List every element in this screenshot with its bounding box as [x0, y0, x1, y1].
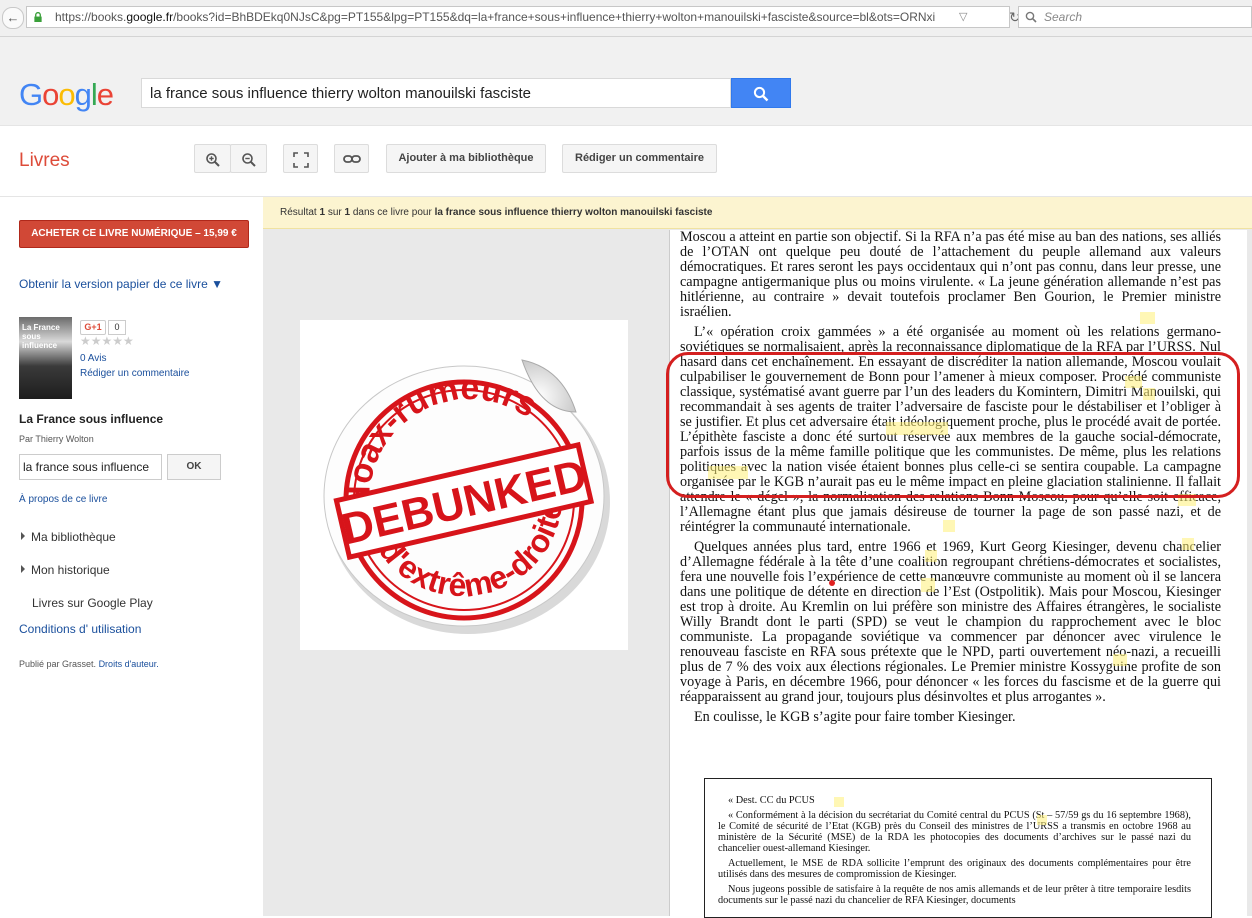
search-highlight	[921, 578, 935, 592]
book-cover[interactable]: La France sous influence	[19, 317, 72, 399]
paragraph: Quelques années plus tard, entre 1966 et…	[680, 539, 1221, 705]
chevron-down-icon[interactable]: ▽	[959, 10, 967, 23]
section-title[interactable]: Livres	[19, 150, 70, 172]
search-input[interactable]: la france sous influence thierry wolton …	[141, 78, 731, 108]
fullscreen-icon	[293, 152, 309, 168]
search-result-bar: Résultat 1 sur 1 dans ce livre pour la f…	[263, 197, 1252, 229]
zoom-in-icon	[206, 153, 220, 167]
book-title: La France sous influence	[19, 412, 164, 426]
fullscreen-button[interactable]	[283, 144, 318, 173]
browser-search-input[interactable]: Search	[1018, 6, 1252, 28]
doc-paragraph: Actuellement, le MSE de RDA sollicite l’…	[718, 858, 1191, 880]
about-book-link[interactable]: À propos de ce livre	[19, 494, 107, 505]
document-text: « Dest. CC du PCUS « Conformément à la d…	[718, 795, 1191, 910]
rating-stars: ★★★★★	[80, 334, 134, 348]
debunked-stamp-image: Hoax-rumeurs d'extrême-droite DEBUNKED	[300, 320, 628, 650]
doc-paragraph: « Conformément à la décision du secrétar…	[718, 810, 1191, 854]
red-annotation-oval	[666, 352, 1240, 498]
add-to-library-button[interactable]: Ajouter à ma bibliothèque	[386, 144, 546, 173]
search-button[interactable]	[731, 78, 791, 108]
search-highlight	[943, 520, 955, 532]
doc-paragraph: Nous jugeons possible de satisfaire à la…	[718, 884, 1191, 906]
google-logo[interactable]: Google	[19, 77, 114, 113]
zoom-out-icon	[242, 153, 256, 167]
gplus-button[interactable]: G+1	[80, 320, 106, 335]
search-icon	[753, 86, 769, 102]
zoom-out-button[interactable]	[230, 144, 267, 173]
book-author: Par Thierry Wolton	[19, 434, 94, 444]
google-header: Google la france sous influence thierry …	[0, 37, 1252, 126]
search-highlight	[834, 797, 844, 807]
google-play-link[interactable]: Livres sur Google Play	[32, 596, 153, 610]
doc-paragraph: « Dest. CC du PCUS	[728, 795, 815, 806]
ok-button[interactable]: OK	[167, 454, 221, 480]
browser-toolbar: ← https://books.google.fr/books?id=BhBDE…	[0, 0, 1252, 37]
sidebar-item-library[interactable]: Ma bibliothèque	[21, 530, 116, 544]
paragraph: En coulisse, le KGB s’agite pour faire t…	[694, 709, 1016, 725]
chevron-right-icon	[21, 565, 25, 573]
address-bar[interactable]: https://books.google.fr/books?id=BhBDEkq…	[26, 6, 1021, 28]
cover-title: La France sous influence	[22, 323, 60, 350]
search-placeholder: Search	[1044, 10, 1083, 24]
url-text: https://books.google.fr/books?id=BhBDEkq…	[55, 10, 936, 24]
gplus-count: 0	[108, 320, 126, 335]
link-button[interactable]	[334, 144, 369, 173]
write-comment-link[interactable]: Rédiger un commentaire	[80, 368, 190, 379]
stamp-graphic: Hoax-rumeurs d'extrême-droite DEBUNKED	[323, 359, 610, 634]
paper-version-link[interactable]: Obtenir la version papier de ce livre ▼	[19, 277, 223, 291]
reviews-link[interactable]: 0 Avis	[80, 353, 107, 364]
buy-ebook-button[interactable]: ACHETER CE LIVRE NUMÉRIQUE – 15,99 €	[19, 220, 249, 248]
search-highlight	[1182, 538, 1194, 550]
chevron-right-icon	[21, 532, 25, 540]
search-icon	[1025, 11, 1037, 23]
red-annotation-dot	[829, 580, 835, 586]
search-highlight	[1140, 312, 1155, 324]
book-page: Moscou a atteint en partie son objectif.…	[669, 229, 1247, 918]
terms-link[interactable]: Conditions d' utilisation	[19, 622, 141, 636]
document-quote-box: « Dest. CC du PCUS « Conformément à la d…	[704, 778, 1212, 918]
search-highlight	[1113, 654, 1127, 666]
sidebar-item-history[interactable]: Mon historique	[21, 563, 110, 577]
rights-link[interactable]: Droits d'auteur.	[99, 659, 159, 669]
publisher-info: Publié par Grasset. Droits d'auteur.	[19, 659, 159, 669]
search-highlight	[925, 550, 937, 562]
books-toolbar: Livres Ajouter à ma bibliothèque Rédiger…	[0, 126, 1252, 197]
write-review-button[interactable]: Rédiger un commentaire	[562, 144, 717, 173]
lock-icon	[34, 12, 42, 22]
paragraph: Moscou a atteint en partie son objectif.…	[680, 229, 1221, 320]
search-highlight	[1037, 815, 1047, 825]
back-icon[interactable]: ←	[2, 7, 24, 29]
link-icon	[343, 155, 361, 163]
zoom-in-button[interactable]	[194, 144, 231, 173]
search-in-book-input[interactable]: la france sous influence	[19, 454, 162, 480]
